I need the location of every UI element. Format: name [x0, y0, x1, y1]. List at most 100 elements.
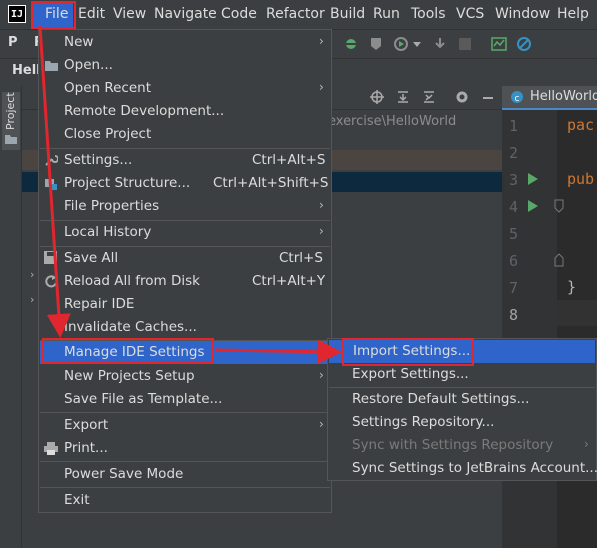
chevron-down-icon[interactable] [413, 40, 421, 48]
intellij-logo-icon: IJ [8, 5, 26, 23]
toolbar-label-1: P [8, 35, 18, 50]
line-number: 6 [508, 252, 518, 270]
line-number: 7 [508, 279, 518, 297]
chevron-right-icon: › [319, 417, 324, 431]
menu-item-sync-with-repository: Sync with Settings Repository [352, 437, 554, 453]
line-number: 3 [508, 171, 518, 189]
menu-item-open-recent[interactable]: Open Recent [64, 77, 151, 100]
run-coverage-icon[interactable] [393, 36, 409, 52]
line-number: 2 [508, 144, 518, 162]
menu-item-remote-development[interactable]: Remote Development... [64, 100, 224, 123]
project-tool-label: Project [4, 92, 17, 130]
menu-item-settings[interactable]: Settings... [64, 149, 132, 172]
editor-tab-label[interactable]: HelloWorld [530, 89, 597, 104]
build-icon[interactable] [343, 36, 359, 52]
print-icon [44, 442, 58, 455]
menu-separator [40, 487, 330, 488]
debug-icon[interactable] [368, 36, 384, 52]
menu-build[interactable]: Build [330, 6, 365, 22]
menu-item-power-save-mode[interactable]: Power Save Mode [64, 463, 183, 486]
current-line-highlight [557, 300, 597, 326]
menu-navigate[interactable]: Navigate [154, 6, 217, 22]
menu-separator [40, 412, 330, 413]
chevron-right-icon: › [319, 224, 324, 238]
run-gutter-icon[interactable] [527, 172, 539, 186]
menu-item-save-all[interactable]: Save All [64, 247, 118, 270]
menu-refactor[interactable]: Refactor [266, 6, 325, 22]
line-number: 8 [508, 306, 518, 324]
no-symbol-icon[interactable] [516, 36, 532, 52]
locate-icon[interactable] [370, 90, 384, 104]
menu-item-local-history[interactable]: Local History [64, 221, 151, 244]
project-structure-icon [45, 179, 57, 190]
stop-icon[interactable] [458, 37, 472, 51]
menu-edit[interactable]: Edit [78, 6, 105, 22]
menu-help[interactable]: Help [557, 6, 589, 22]
line-number: 5 [508, 225, 518, 243]
folder-open-icon [45, 61, 58, 71]
menu-item-print[interactable]: Print... [64, 437, 108, 460]
menu-item-new[interactable]: New [64, 31, 93, 54]
wrench-icon [45, 155, 58, 166]
chevron-right-icon: › [319, 198, 324, 212]
menu-item-new-projects-setup[interactable]: New Projects Setup [64, 365, 195, 388]
menu-item-settings-repository[interactable]: Settings Repository... [352, 411, 494, 434]
chevron-right-icon: › [319, 34, 324, 48]
save-icon [44, 251, 57, 264]
code-line: pac [567, 116, 595, 134]
chevron-right-icon: › [584, 437, 589, 451]
chevron-right-icon: › [319, 80, 324, 94]
menu-item-restore-default[interactable]: Restore Default Settings... [352, 388, 529, 411]
folder-icon [5, 135, 17, 144]
menu-item-save-file-as-template[interactable]: Save File as Template... [64, 388, 222, 411]
menu-view[interactable]: View [113, 6, 146, 22]
annotation-box-manage-ide [42, 338, 214, 363]
menu-item-repair-ide[interactable]: Repair IDE [64, 293, 134, 316]
menu-item-exit[interactable]: Exit [64, 489, 90, 512]
menu-item-reload-all[interactable]: Reload All from Disk [64, 270, 200, 293]
menu-code[interactable]: Code [221, 6, 257, 22]
file-menu: New › Open... Open Recent › Remote Devel… [38, 29, 332, 513]
run-gutter-icon[interactable] [527, 199, 539, 213]
menu-item-export-settings[interactable]: Export Settings... [352, 363, 469, 386]
svg-text:c: c [515, 94, 520, 104]
left-tool-strip [0, 86, 22, 548]
update-icon[interactable] [432, 36, 448, 52]
menu-item-file-properties[interactable]: File Properties [64, 195, 159, 218]
project-structure-shortcut: Ctrl+Alt+Shift+S [213, 175, 329, 191]
menu-window[interactable]: Window [495, 6, 550, 22]
java-class-icon: c [511, 91, 523, 104]
menu-run[interactable]: Run [373, 6, 400, 22]
menu-vcs[interactable]: VCS [456, 6, 484, 22]
save-all-shortcut: Ctrl+S [279, 250, 323, 266]
menu-item-project-structure[interactable]: Project Structure... [64, 172, 190, 195]
menu-tools[interactable]: Tools [411, 6, 446, 22]
code-line: pub [567, 170, 595, 188]
menu-item-open[interactable]: Open... [64, 54, 113, 77]
tree-expand-arrow-1[interactable]: › [30, 268, 34, 281]
collapse-all-icon[interactable] [422, 90, 436, 104]
reload-all-shortcut: Ctrl+Alt+Y [252, 273, 326, 289]
menu-item-export[interactable]: Export [64, 414, 108, 437]
line-number: 4 [508, 198, 518, 216]
menu-item-sync-to-jetbrains[interactable]: Sync Settings to JetBrains Account... [352, 457, 597, 480]
menu-item-invalidate-caches[interactable]: Invalidate Caches... [64, 316, 197, 339]
expand-all-icon[interactable] [396, 90, 410, 104]
chevron-right-icon: › [319, 368, 324, 382]
menu-separator [40, 461, 330, 462]
annotation-box-file [31, 1, 76, 29]
settings-shortcut: Ctrl+Alt+S [252, 152, 326, 168]
minimize-icon[interactable] [481, 90, 495, 104]
code-line: } [567, 278, 577, 296]
line-number: 1 [508, 117, 518, 135]
chevron-right-icon: › [319, 344, 324, 358]
fold-icon[interactable] [554, 199, 564, 213]
fold-icon[interactable] [554, 253, 564, 267]
annotation-box-import [342, 338, 474, 366]
reload-icon [45, 275, 57, 288]
project-path: exercise\HelloWorld [328, 114, 457, 129]
tree-expand-arrow-2[interactable]: › [30, 293, 34, 306]
gear-icon[interactable] [455, 90, 469, 104]
menu-item-close-project[interactable]: Close Project [64, 123, 151, 146]
profiler-icon[interactable] [491, 36, 507, 52]
